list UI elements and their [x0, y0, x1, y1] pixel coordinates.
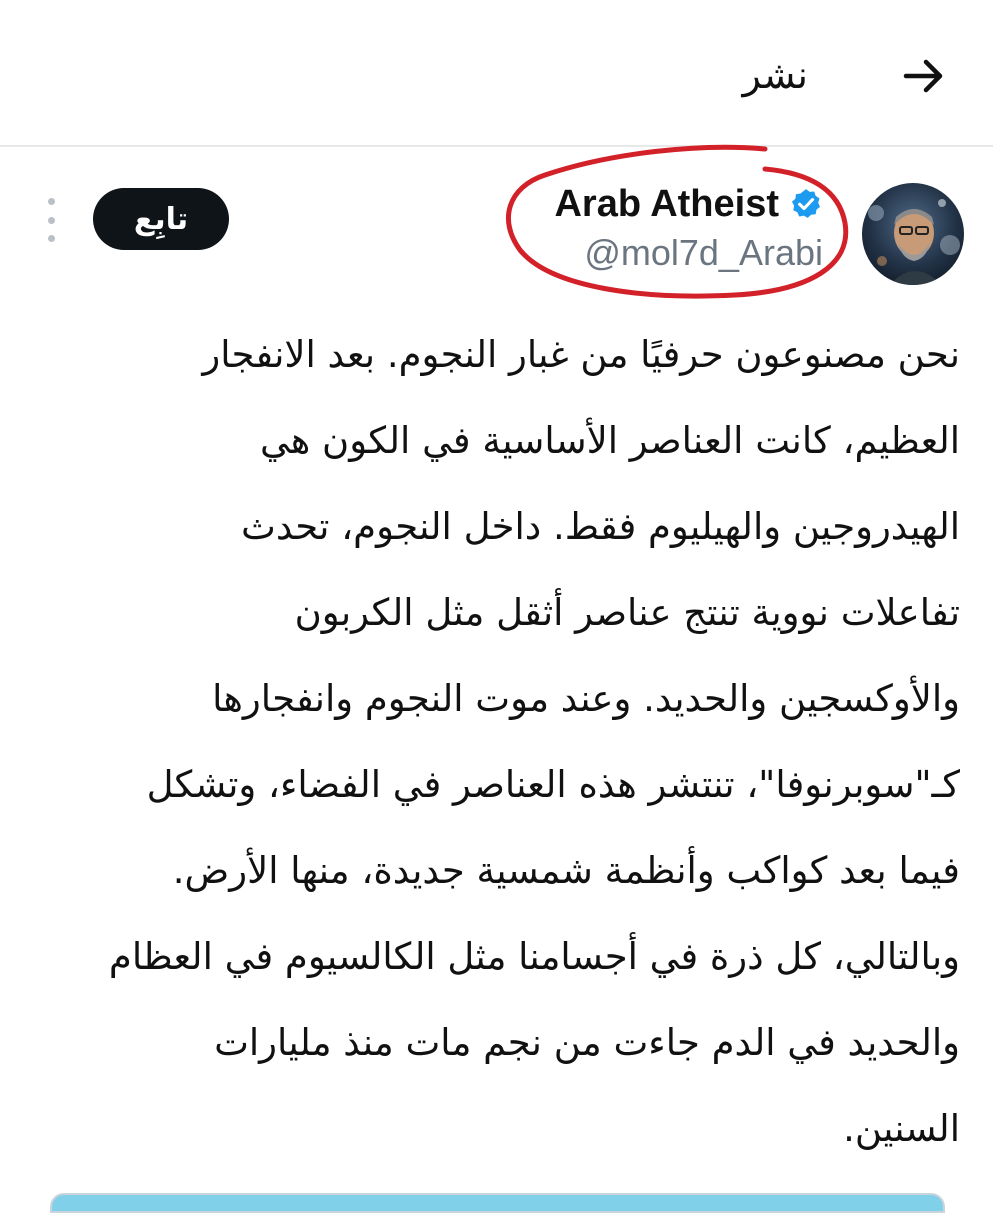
- profile-photo-icon: [862, 183, 964, 285]
- verified-badge-icon: [791, 189, 821, 218]
- tweet-text: نحن مصنوعون حرفيًا من غبار النجوم. بعد ا…: [30, 312, 960, 1172]
- tweet-line: والأوكسجين والحديد. وعند موت النجوم وانف…: [212, 677, 960, 720]
- display-name[interactable]: Arab Atheist: [554, 180, 779, 228]
- tweet-line: نحن مصنوعون حرفيًا من غبار النجوم. بعد ا…: [202, 333, 960, 376]
- more-vertical-icon: [47, 198, 55, 205]
- tweet-line: كـ"سوبرنوفا"، تنتشر هذه العناصر في الفضا…: [146, 763, 960, 806]
- follow-button[interactable]: تابِع: [93, 188, 229, 250]
- tweet-line: الهيدروجين والهيليوم فقط. داخل النجوم، ت…: [241, 505, 960, 548]
- media-card-preview[interactable]: [50, 1193, 945, 1213]
- user-handle[interactable]: @mol7d_Arabi: [554, 230, 823, 276]
- display-name-row: Arab Atheist: [554, 180, 823, 228]
- tweet-line: العظيم، كانت العناصر الأساسية في الكون ه…: [259, 419, 960, 462]
- page-title: نشر: [742, 53, 808, 97]
- tweet-line: والحديد في الدم جاءت من نجم مات منذ مليا…: [214, 1021, 960, 1064]
- tweet-line: فيما بعد كواكب وأنظمة شمسية جديدة، منها …: [172, 849, 960, 892]
- tweet-line: السنين.: [843, 1107, 960, 1150]
- more-options-button[interactable]: [40, 198, 62, 242]
- more-vertical-icon-dot: [47, 235, 55, 242]
- top-bar: نشر: [0, 0, 993, 147]
- avatar[interactable]: [862, 183, 964, 285]
- tweet-line: تفاعلات نووية تنتج عناصر أثقل مثل الكربو…: [294, 591, 960, 634]
- arrow-right-icon: [903, 59, 943, 93]
- more-vertical-icon-dot: [47, 216, 55, 224]
- tweet-line: وبالتالي، كل ذرة في أجسامنا مثل الكالسيو…: [108, 935, 960, 978]
- back-button[interactable]: [888, 44, 960, 108]
- user-info: Arab Atheist @mol7d_Arabi: [554, 180, 823, 276]
